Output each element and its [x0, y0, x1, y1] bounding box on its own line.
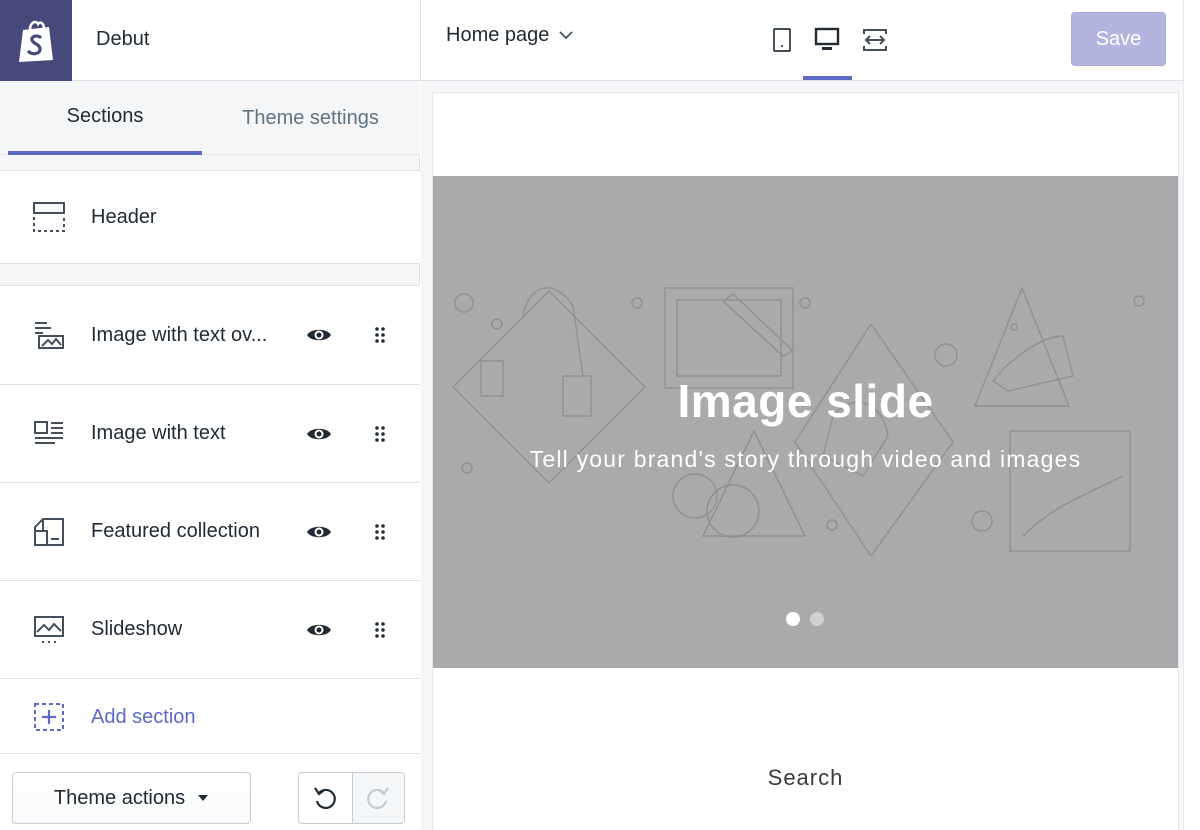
theme-actions-button[interactable]: Theme actions — [12, 772, 251, 824]
section-label: Featured collection — [91, 520, 260, 542]
visibility-toggle[interactable] — [305, 321, 333, 349]
slideshow-hero[interactable]: Image slide Tell your brand's story thro… — [433, 176, 1178, 668]
featured-collection-icon — [32, 515, 66, 549]
drag-handle[interactable] — [370, 420, 390, 448]
window-edge — [1183, 0, 1200, 830]
page-selector[interactable]: Home page — [446, 24, 574, 47]
slideshow-icon — [32, 613, 66, 647]
section-label: Slideshow — [91, 618, 183, 640]
header-section-card: Header — [0, 170, 420, 264]
visibility-toggle[interactable] — [305, 518, 333, 546]
drag-handle-icon — [375, 621, 385, 638]
section-item-featured-collection[interactable]: Featured collection — [0, 482, 420, 580]
tab-sections[interactable]: Sections — [8, 81, 202, 155]
theme-actions-label: Theme actions — [53, 786, 186, 809]
drag-handle[interactable] — [370, 321, 390, 349]
slide-dot-2[interactable] — [810, 612, 824, 626]
section-label: Image with text ov... — [91, 323, 268, 346]
undo-icon — [314, 787, 337, 810]
fullscreen-view-button[interactable] — [856, 22, 894, 58]
image-with-text-overlay-icon — [32, 318, 66, 352]
top-bar: Debut Home page Save — [0, 0, 1183, 81]
fullscreen-icon — [863, 29, 887, 51]
visibility-toggle[interactable] — [305, 616, 333, 644]
section-item-slideshow[interactable]: Slideshow — [0, 580, 420, 678]
eye-icon — [307, 624, 331, 635]
add-section-label: Add section — [91, 705, 196, 728]
add-section-icon — [32, 700, 66, 734]
sidebar-tabs: Sections Theme settings — [0, 81, 420, 155]
shopify-logo[interactable] — [0, 0, 72, 81]
drag-handle-icon — [375, 425, 385, 442]
search-link[interactable]: Search — [433, 765, 1178, 791]
slide-dot-1[interactable] — [786, 612, 800, 626]
mobile-icon — [773, 28, 791, 52]
desktop-icon — [814, 27, 840, 50]
slide-title: Image slide — [677, 375, 934, 427]
eye-icon — [307, 428, 331, 439]
drag-handle[interactable] — [370, 518, 390, 546]
chevron-down-icon — [559, 31, 574, 40]
section-item-image-with-text[interactable]: Image with text — [0, 384, 420, 482]
eye-icon — [307, 526, 331, 537]
section-item-image-with-text-overlay[interactable]: Image with text ov... — [0, 286, 420, 384]
active-device-indicator — [803, 76, 852, 80]
drag-handle[interactable] — [370, 616, 390, 644]
undo-button[interactable] — [299, 773, 352, 823]
sidebar: Sections Theme settings Header Image wit… — [0, 81, 420, 830]
drag-handle-icon — [375, 327, 385, 343]
redo-icon — [367, 787, 390, 810]
shopping-bag-icon — [19, 20, 53, 62]
theme-name: Debut — [96, 28, 150, 50]
undo-redo-group — [298, 772, 405, 824]
sections-card: Image with text ov... Image with text Fe… — [0, 285, 420, 755]
redo-button[interactable] — [351, 773, 404, 823]
slide-pagination — [786, 612, 824, 626]
eye-icon — [307, 329, 331, 341]
section-label: Image with text — [91, 422, 226, 444]
mobile-view-button[interactable] — [763, 22, 801, 58]
desktop-view-button[interactable] — [808, 22, 846, 58]
caret-down-icon — [198, 795, 209, 801]
add-section-button[interactable]: Add section — [0, 678, 420, 755]
section-label: Header — [91, 205, 157, 228]
save-button[interactable]: Save — [1071, 12, 1166, 66]
drag-handle-icon — [375, 523, 385, 540]
tab-theme-settings[interactable]: Theme settings — [208, 81, 413, 155]
image-with-text-icon — [32, 417, 66, 451]
sidebar-footer: Theme actions — [0, 753, 420, 830]
divider — [420, 0, 421, 81]
slide-subtitle: Tell your brand's story through video an… — [529, 446, 1082, 472]
section-item-header[interactable]: Header — [0, 171, 420, 263]
store-preview: Image slide Tell your brand's story thro… — [433, 93, 1178, 830]
page-selector-label: Home page — [446, 24, 550, 46]
visibility-toggle[interactable] — [305, 420, 333, 448]
header-icon — [32, 200, 66, 234]
